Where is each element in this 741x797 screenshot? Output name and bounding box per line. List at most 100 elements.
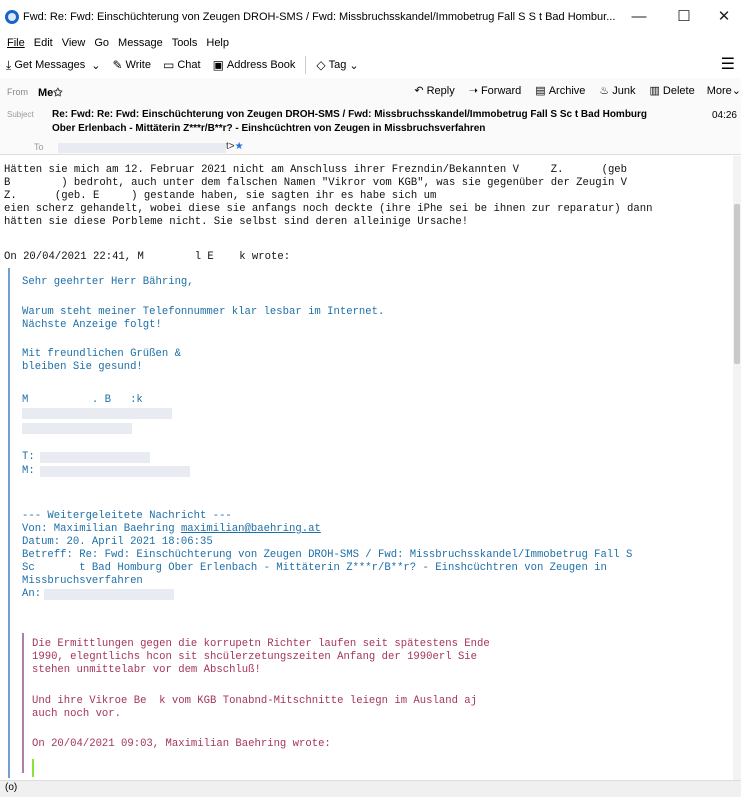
sender-email-link[interactable]: maximilian@baehring.at [181,523,321,535]
quote-line: Warum steht meiner Telefonnummer klar le… [22,306,385,318]
thunderbird-icon [5,10,19,24]
tag-button[interactable]: ◇ Tag ⌄ [316,58,358,72]
status-bar: (o) [0,780,741,797]
reply-label: Reply [426,84,455,97]
junk-icon: ♨ [599,85,610,97]
junk-button[interactable]: ♨ Junk [599,84,636,98]
vertical-scrollbar[interactable] [733,156,741,780]
reply-button[interactable]: ↶ Reply [414,84,455,98]
subject-row: Subject Re: Fwd: Re: Fwd: Einschüchterun… [0,108,741,138]
close-button[interactable]: ✕ [709,6,739,28]
forward-subject: Missbruchsverfahren [22,575,143,587]
forward-button[interactable]: ➝ Forward [468,84,522,98]
to-suffix[interactable]: t>★ [226,141,244,152]
forward-subject: Sc t Bad Homburg Ober Erlenbach - Mittät… [22,562,607,574]
junk-label: Junk [612,84,636,97]
app-menu-icon[interactable]: ☰ [721,54,735,74]
header-actions: ↶ Reply ➝ Forward ▤ Archive ♨ Junk ▥ Delete M… [400,84,741,98]
menu-bar: File Edit View Go Message Tools Help [0,34,741,52]
quote-attribution: On 20/04/2021 09:03, Maximilian Baehring… [32,738,331,750]
menu-help[interactable]: Help [206,37,229,49]
address-book-button[interactable]: ▣ Address Book [213,58,296,72]
forward-date: Datum: 20. April 2021 18:06:35 [22,536,213,548]
address-book-label: Address Book [226,59,296,71]
menu-edit[interactable]: Edit [34,37,53,49]
quote-line: Und ihre Vikroe Be k vom KGB Tonabnd-Mit… [32,695,478,707]
get-messages-label: Get Messages [14,59,86,71]
to-address-end: t> [226,141,235,152]
quote-line: bleiben Sie gesund! [22,361,143,373]
tag-label: Tag [328,59,347,71]
archive-icon: ▤ [535,85,546,97]
chat-button[interactable]: ▭ Chat [163,58,201,72]
reply-icon: ↶ [414,85,424,97]
minimize-button[interactable]: — [624,6,654,28]
address-book-icon: ▣ [212,58,224,72]
menu-tools[interactable]: Tools [172,37,198,49]
maximize-button[interactable]: ☐ [669,6,699,28]
subject-line-1: Re: Fwd: Re: Fwd: Einschüchterung von Ze… [52,109,648,120]
quote-line: Mit freundlichen Grüßen & [22,348,181,360]
message-time: 04:26 [711,110,737,121]
forward-from: Von: Maximilian Baehring maximilian@baeh… [22,523,321,536]
toolbar-divider [305,56,307,74]
body-line: Z. (geb. E ) gestande haben, sie sagten … [4,190,437,202]
quote-line: stehen unmittelabr vor dem Abschluß! [32,664,261,676]
subject-value: Re: Fwd: Re: Fwd: Einschüchterung von Ze… [52,108,692,136]
forward-to: An: [22,588,42,600]
trash-icon: ▥ [649,85,660,97]
quote-line: Nächste Anzeige folgt! [22,319,162,331]
more-label: More [706,84,732,97]
quote-line: 1990, elegntlichs hcon sit shcülerzetung… [32,651,478,663]
menu-file[interactable]: File [7,37,25,49]
to-label: To [34,142,44,152]
third-level-quote-bar [32,759,34,777]
redacted-signature [22,423,132,434]
forward-label: Forward [480,84,522,97]
nested-quote: Die Ermittlungen gegen die korrupetn Ric… [22,633,724,773]
inbox-download-icon: ⤓ [6,57,12,72]
get-messages-dropdown[interactable]: ⌄ [91,59,100,72]
message-body: Hätten sie mich am 12. Februar 2021 nich… [0,156,733,780]
title-bar: Fwd: Re: Fwd: Einschüchterung von Zeugen… [0,0,741,34]
signature-name: M . B :k [22,394,143,406]
quote-line: Die Ermittlungen gegen die korrupetn Ric… [32,638,490,650]
get-messages-button[interactable]: ⤓ Get Messages [6,58,85,73]
forward-from-label: Von: Maximilian Baehring [22,523,181,535]
body-line: hätten sie diese Porbleme nicht. Sie sel… [4,216,469,228]
write-button[interactable]: ✎ Write [112,58,151,72]
redacted-mobile [40,466,190,477]
scrollbar-thumb[interactable] [734,204,740,364]
delete-button[interactable]: ▥ Delete [649,84,695,98]
tag-icon: ◇ [316,58,326,72]
signature-mobile: M: [22,465,35,477]
from-value[interactable]: Me✩ [38,86,63,99]
main-toolbar: ⤓ Get Messages ⌄ ✎ Write ▭ Chat ▣ Addres… [0,52,741,78]
chevron-down-icon: ⌄ [731,85,741,97]
menu-go[interactable]: Go [94,37,109,49]
forward-icon: ➝ [468,85,478,97]
subject-label: Subject [7,110,34,119]
redacted-phone [40,452,150,463]
menu-message[interactable]: Message [118,37,163,49]
redacted-signature [22,408,172,419]
star-icon[interactable]: ✩ [53,87,62,99]
body-line: Hätten sie mich am 12. Februar 2021 nich… [4,164,628,176]
star-icon[interactable]: ★ [235,141,244,152]
chevron-down-icon: ⌄ [91,59,101,72]
chat-bubble-icon: ▭ [162,58,175,72]
window-title: Fwd: Re: Fwd: Einschüchterung von Zeugen… [23,11,616,23]
write-label: Write [125,59,151,71]
forward-subject: Betreff: Re: Fwd: Einschüchterung von Ze… [22,549,633,561]
delete-label: Delete [662,84,695,97]
from-sender[interactable]: Me [38,87,53,99]
from-row: From Me✩ ↶ Reply ➝ Forward ▤ Archive ♨ Junk … [0,84,741,102]
redacted-recipient [44,589,174,600]
more-button[interactable]: More ⌄ [706,84,741,98]
online-status-icon[interactable]: (o) [5,782,17,793]
quote-line: auch noch vor. [32,708,122,720]
chat-label: Chat [177,59,201,71]
archive-button[interactable]: ▤ Archive [535,84,585,98]
signature-tel: T: [22,451,35,463]
menu-view[interactable]: View [62,37,86,49]
